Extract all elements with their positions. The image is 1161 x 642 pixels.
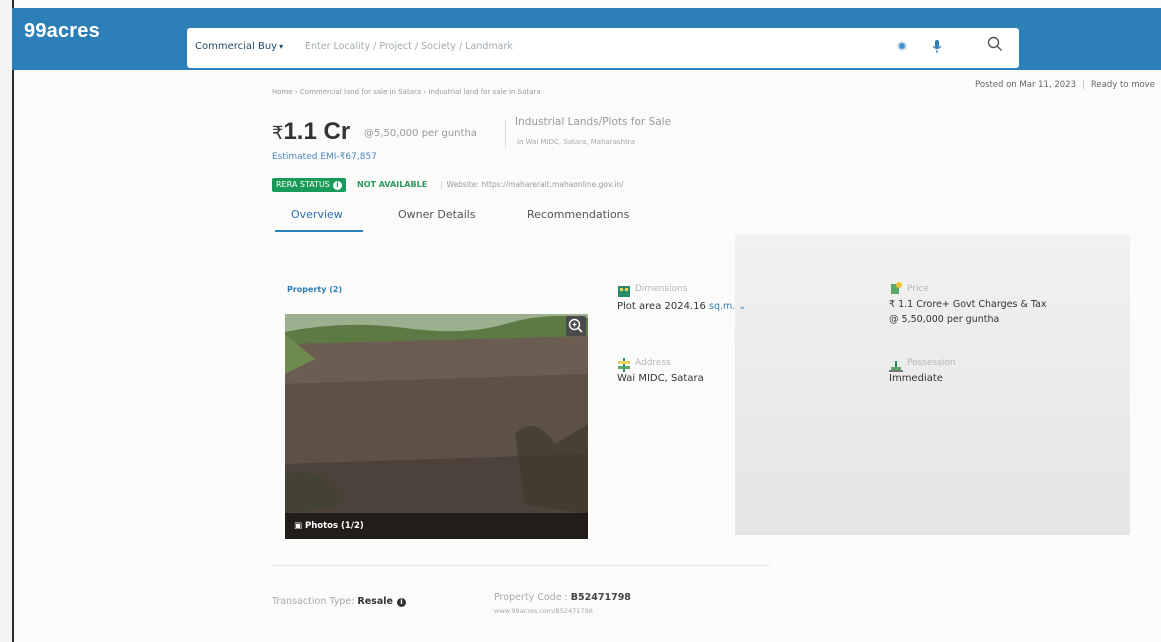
dimensions-icon [617,283,631,297]
tab-owner-details[interactable]: Owner Details [398,208,476,221]
property-location: in Wai MIDC, Satara, Maharashtra [517,138,635,146]
property-url[interactable]: www.99acres.com/B52471798 [494,607,593,615]
property-code-label: Property Code : [494,592,568,603]
unit-selector[interactable]: sq.m. ⌄ [709,301,746,312]
tab-recommendations[interactable]: Recommendations [527,208,629,221]
unit-label: sq.m. [709,301,736,312]
rera-status-badge[interactable]: RERA STATUS i [272,178,346,192]
currency-symbol: ₹ [272,123,284,143]
property-code: Property Code : B52471798 [494,592,631,603]
rera-website: | Website: https://maharerait.mahaonline.… [440,180,624,189]
dimensions-value: Plot area 2024.16 sq.m. ⌄ [617,301,746,312]
divider [272,565,770,566]
property-photo[interactable] [285,314,588,539]
image-icon: ▣ [294,521,305,531]
tab-overview[interactable]: Overview [291,208,343,221]
address-value: Wai MIDC, Satara [617,373,704,384]
emi-link[interactable]: Estimated EMI-₹67,857 [272,152,377,162]
location-icon[interactable] [897,41,907,51]
search-input[interactable] [303,40,907,53]
chevron-down-icon: ⌄ [738,301,747,312]
transaction-type-label: Transaction Type: [272,596,355,607]
rera-website-text[interactable]: Website: https://maharerait.mahaonline.g… [447,180,624,189]
info-icon[interactable]: i [332,181,342,190]
price-value-detail: ₹ 1.1 Crore+ Govt Charges & Tax [889,299,1047,310]
address-icon [617,357,631,372]
photos-counter[interactable]: ▣ Photos (1/2) [294,521,364,531]
dimensions-label: Dimensions [635,284,688,294]
breadcrumb[interactable]: Home › Commercial land for sale in Satar… [272,88,541,96]
property-title: Industrial Lands/Plots for Sale [515,116,672,128]
chevron-down-icon: ▾ [279,42,284,51]
possession-label: Possession [907,358,956,368]
price-value: 1.1 Cr [283,118,351,145]
listing-price: ₹1.1 Cr [272,118,350,146]
property-count: Property (2) [287,285,343,294]
property-code-value: B52471798 [570,592,631,603]
search-icon[interactable] [987,36,1003,56]
active-tab-indicator [275,230,363,232]
zoom-icon [568,318,583,333]
posted-info: Posted on Mar 11, 2023 | Ready to move [975,80,1155,90]
plot-area: Plot area 2024.16 [617,301,706,312]
zoom-button[interactable] [566,316,586,336]
possession-status: Ready to move [1090,80,1155,90]
price-icon [889,280,903,294]
background-shadow [735,235,1130,535]
transaction-type-value: Resale [357,596,393,607]
posted-date: Posted on Mar 11, 2023 [975,80,1076,90]
search-bar: Commercial Buy ▾ [187,28,1019,68]
address-label: Address [635,358,671,368]
rera-badge-label: RERA STATUS [276,180,330,189]
price-label: Price [907,284,929,294]
photos-counter-text: Photos (1/2) [305,521,364,531]
mic-icon[interactable] [932,39,942,58]
logo[interactable]: 99acres [24,20,100,43]
possession-icon [889,357,903,372]
price-per-guntha: @ 5,50,000 per guntha [889,314,1000,325]
info-icon[interactable]: i [396,598,406,607]
transaction-type: Transaction Type: Resale i [272,596,406,607]
divider [505,120,506,148]
search-type-label: Commercial Buy [195,41,278,52]
price-per-unit: @5,50,000 per guntha [364,128,477,139]
search-type-dropdown[interactable]: Commercial Buy ▾ [195,41,283,52]
possession-value: Immediate [889,373,943,384]
rera-status-value: NOT AVAILABLE [357,180,428,189]
